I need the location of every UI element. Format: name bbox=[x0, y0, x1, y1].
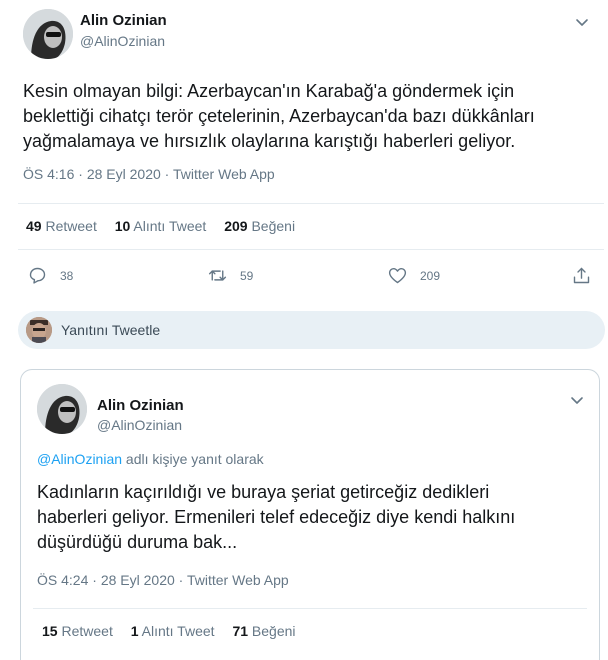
share-button[interactable] bbox=[571, 265, 604, 286]
reply-button[interactable]: 38 bbox=[27, 265, 73, 286]
replying-suffix: adlı kişiye yanıt olarak bbox=[125, 451, 264, 467]
divider bbox=[18, 203, 604, 204]
retweet-icon bbox=[208, 270, 227, 281]
likes-stat[interactable]: 209 Beğeni bbox=[224, 218, 295, 234]
retweet-button[interactable]: 59 bbox=[207, 265, 253, 286]
reply-tweet-timestamp: ÖS 4:24 · 28 Eyl 2020 · Twitter Web App bbox=[37, 572, 289, 588]
retweets-label: Retweet bbox=[61, 623, 113, 639]
quotes-stat[interactable]: 10 Alıntı Tweet bbox=[115, 218, 207, 234]
tweet-stats: 49 Retweet 10 Alıntı Tweet 209 Beğeni bbox=[26, 218, 309, 234]
likes-label: Beğeni bbox=[251, 218, 296, 234]
retweets-count: 15 bbox=[42, 623, 58, 639]
replying-to: @AlinOzinian adlı kişiye yanıt olarak bbox=[37, 451, 264, 467]
tweet-text-line: beklettiği cihatçı terör çetelerinin, Az… bbox=[23, 106, 535, 126]
tweet-text-line: Kesin olmayan bilgi: Azerbaycan'ın Karab… bbox=[23, 81, 515, 101]
quotes-stat[interactable]: 1 Alıntı Tweet bbox=[131, 623, 215, 639]
reply-input[interactable]: Yanıtını Tweetle bbox=[18, 311, 605, 349]
like-count: 209 bbox=[420, 268, 441, 283]
meta-separator: · bbox=[78, 166, 83, 182]
chevron-down-icon[interactable] bbox=[567, 390, 587, 410]
tweet-text-line: düşürdüğü duruma bak... bbox=[37, 532, 238, 552]
likes-stat[interactable]: 71 Beğeni bbox=[232, 623, 295, 639]
tweet-source[interactable]: Twitter Web App bbox=[187, 572, 289, 588]
author-name[interactable]: Alin Ozinian bbox=[80, 12, 167, 29]
avatar-image bbox=[23, 9, 73, 59]
tweet-text-line: yağmalamaya ve hırsızlık olaylarına karı… bbox=[23, 131, 516, 151]
chevron-down-icon[interactable] bbox=[572, 12, 592, 32]
retweet-count: 59 bbox=[240, 268, 254, 283]
tweet-time[interactable]: ÖS 4:24 bbox=[37, 572, 88, 588]
likes-label: Beğeni bbox=[251, 623, 296, 639]
reply-tweet-stats: 15 Retweet 1 Alıntı Tweet 71 Beğeni bbox=[42, 623, 310, 639]
reply-tweet-card[interactable]: Alin Ozinian @AlinOzinian @AlinOzinian a… bbox=[20, 369, 600, 660]
tweet-text-line: Kadınların kaçırıldığı ve buraya şeriat … bbox=[37, 482, 490, 502]
likes-count: 209 bbox=[224, 218, 248, 234]
tweet-text: Kesin olmayan bilgi: Azerbaycan'ın Karab… bbox=[23, 79, 535, 154]
quotes-count: 1 bbox=[130, 623, 139, 639]
reply-author-avatar[interactable] bbox=[37, 384, 87, 434]
heart-icon bbox=[388, 267, 407, 284]
tweet-date[interactable]: 28 Eyl 2020 bbox=[87, 166, 161, 182]
reply-count: 38 bbox=[60, 268, 74, 283]
tweet-time[interactable]: ÖS 4:16 bbox=[23, 166, 74, 182]
meta-separator: · bbox=[178, 572, 184, 588]
divider bbox=[18, 249, 604, 250]
likes-count: 71 bbox=[232, 623, 249, 639]
quotes-label: Alıntı Tweet bbox=[141, 623, 215, 639]
quotes-label: Alıntı Tweet bbox=[133, 218, 207, 234]
current-user-avatar bbox=[26, 317, 52, 343]
reply-tweet-text: Kadınların kaçırıldığı ve buraya şeriat … bbox=[37, 480, 515, 555]
replying-mention[interactable]: @AlinOzinian bbox=[37, 451, 122, 467]
comment-icon bbox=[29, 267, 46, 284]
tweet-source[interactable]: Twitter Web App bbox=[173, 166, 275, 182]
reply-placeholder: Yanıtını Tweetle bbox=[61, 322, 161, 338]
tweet-timestamp: ÖS 4:16 · 28 Eyl 2020 · Twitter Web App bbox=[23, 166, 275, 182]
tweet-text-line: haberleri geliyor. Ermenileri telef edec… bbox=[37, 507, 516, 527]
share-icon bbox=[573, 267, 590, 284]
quotes-count: 10 bbox=[114, 218, 131, 234]
reply-author-name[interactable]: Alin Ozinian bbox=[97, 397, 184, 414]
retweets-label: Retweet bbox=[45, 218, 97, 234]
reply-author-handle[interactable]: @AlinOzinian bbox=[97, 417, 182, 433]
divider bbox=[33, 608, 587, 609]
retweets-stat[interactable]: 15 Retweet bbox=[42, 623, 113, 639]
tweet-date[interactable]: 28 Eyl 2020 bbox=[101, 572, 175, 588]
meta-separator: · bbox=[92, 572, 97, 588]
like-button[interactable]: 209 bbox=[387, 265, 440, 286]
meta-separator: · bbox=[164, 166, 170, 182]
retweets-stat[interactable]: 49 Retweet bbox=[26, 218, 97, 234]
retweets-count: 49 bbox=[26, 218, 42, 234]
author-handle[interactable]: @AlinOzinian bbox=[80, 33, 165, 49]
avatar-image bbox=[37, 384, 87, 434]
author-avatar[interactable] bbox=[23, 9, 73, 59]
